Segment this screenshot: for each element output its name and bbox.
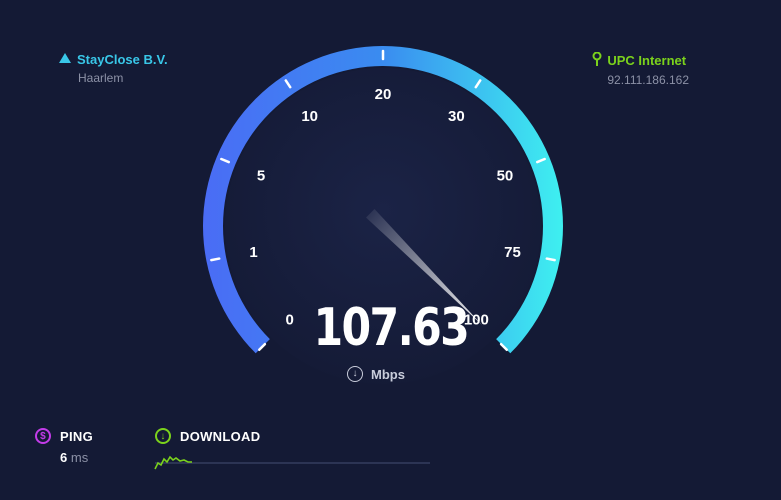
download-label: DOWNLOAD: [180, 428, 261, 444]
gauge-scale-label: 20: [375, 86, 392, 103]
ping-unit: ms: [70, 450, 89, 465]
ping-label: PING: [60, 428, 93, 444]
gauge-scale-label: 50: [497, 167, 514, 184]
download-arrow-icon: ↓: [347, 366, 363, 382]
gauge-scale-label: 1: [249, 244, 257, 261]
speed-gauge: 0151020305075100: [203, 46, 564, 384]
speed-value: 107.63: [313, 298, 470, 358]
gauge-scale-label: 75: [504, 244, 521, 261]
gauge-tick: [545, 257, 556, 262]
units-label: ↓ Mbps: [347, 366, 405, 382]
ping-stat: $ PING 6 ms: [35, 428, 93, 465]
gauge-scale-label: 10: [301, 108, 318, 125]
download-sparkline: [154, 455, 192, 470]
gauge-tick: [210, 257, 221, 262]
gauge-scale-label: 5: [257, 167, 265, 184]
units-text: Mbps: [371, 366, 405, 382]
download-progress-track: [155, 462, 430, 464]
download-icon: ↓: [155, 428, 171, 444]
gauge-scale-label: 30: [448, 108, 465, 125]
ping-value: 6 ms: [60, 450, 93, 465]
ping-number: 6: [60, 450, 68, 465]
ping-icon: $: [35, 428, 51, 444]
gauge-scale-label: 0: [285, 311, 293, 328]
download-stat: ↓ DOWNLOAD: [155, 428, 260, 444]
